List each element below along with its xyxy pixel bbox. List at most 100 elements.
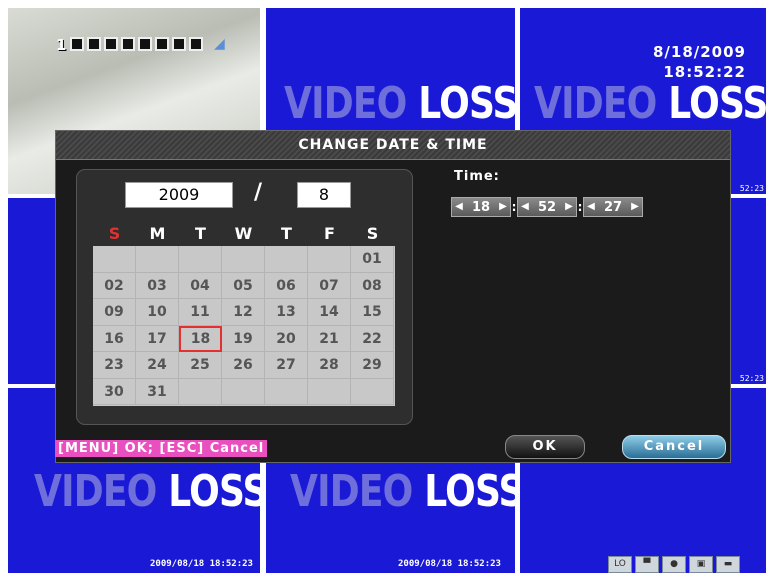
camera-number: 1 <box>56 36 67 54</box>
weekday-label: F <box>324 224 335 243</box>
channel-indicator <box>155 37 169 51</box>
video-loss-text: VIDEO LOSS <box>290 466 515 517</box>
second-spinner[interactable]: ◀ 27 ▶ <box>583 197 643 217</box>
change-date-time-dialog: CHANGE DATE & TIME 2009 / 8 SMTWTFS 01 02… <box>55 130 731 463</box>
increment-icon[interactable]: ▶ <box>496 198 510 216</box>
ok-button[interactable]: OK <box>505 435 585 459</box>
menu-icon[interactable]: ▬ <box>716 556 740 573</box>
increment-icon[interactable]: ▶ <box>628 198 642 216</box>
calendar-empty-cell <box>222 246 265 273</box>
channel-indicators <box>70 37 203 51</box>
decrement-icon[interactable]: ◀ <box>584 198 598 216</box>
tile-timestamp: 2009/08/18 18:52:23 <box>150 559 253 569</box>
calendar-day[interactable]: 24 <box>136 352 179 379</box>
time-label: Time: <box>454 169 500 184</box>
decrement-icon[interactable]: ◀ <box>518 198 532 216</box>
weekday-label: T <box>195 224 206 243</box>
calendar-day[interactable]: 21 <box>308 325 351 352</box>
calendar-empty-cell <box>179 378 222 405</box>
second-value: 27 <box>603 199 623 215</box>
time-spinners: ◀ 18 ▶ : ◀ 52 ▶ : ◀ 27 ▶ <box>451 197 643 217</box>
calendar-day[interactable]: 28 <box>308 352 351 379</box>
video-loss-word: VIDEO <box>284 78 407 129</box>
calendar-empty-cell <box>351 378 394 405</box>
calendar-day[interactable]: 17 <box>136 325 179 352</box>
calendar-empty-cell <box>179 246 222 273</box>
weekday-label: S <box>366 224 379 243</box>
network-icon: ◢ <box>214 36 225 52</box>
calendar-day[interactable]: 05 <box>222 272 265 299</box>
video-loss-word: LOSS <box>168 466 260 517</box>
cancel-button[interactable]: Cancel <box>622 435 726 459</box>
video-loss-word: VIDEO <box>290 466 413 517</box>
video-loss-word: VIDEO <box>34 466 157 517</box>
calendar-day[interactable]: 18 <box>179 325 222 352</box>
calendar-empty-cell <box>308 378 351 405</box>
video-loss-text: VIDEO LOSS <box>34 466 260 517</box>
calendar-day[interactable]: 14 <box>308 299 351 326</box>
dialog-title: CHANGE DATE & TIME <box>56 131 730 160</box>
decrement-icon[interactable]: ◀ <box>452 198 466 216</box>
channel-indicator <box>104 37 118 51</box>
clock-date: 8/18/2009 <box>652 43 746 61</box>
calendar-day[interactable]: 15 <box>351 299 394 326</box>
video-loss-text: VIDEO LOSS <box>534 78 766 129</box>
hour-value: 18 <box>471 199 491 215</box>
month-field[interactable]: 8 <box>297 182 351 208</box>
hour-spinner[interactable]: ◀ 18 ▶ <box>451 197 511 217</box>
calendar-day[interactable]: 29 <box>351 352 394 379</box>
calendar-day[interactable]: 10 <box>136 299 179 326</box>
minute-spinner[interactable]: ◀ 52 ▶ <box>517 197 577 217</box>
year-field[interactable]: 2009 <box>125 182 233 208</box>
increment-icon[interactable]: ▶ <box>562 198 576 216</box>
tile-time-fragment: 52:23 <box>739 374 764 383</box>
camera-icon[interactable]: ▣ <box>689 556 713 573</box>
calendar-day[interactable]: 04 <box>179 272 222 299</box>
calendar-day[interactable]: 27 <box>265 352 308 379</box>
calendar-day[interactable]: 02 <box>93 272 136 299</box>
calendar-empty-cell <box>265 378 308 405</box>
calendar-day[interactable]: 25 <box>179 352 222 379</box>
calendar-day[interactable]: 30 <box>93 378 136 405</box>
calendar-day[interactable]: 22 <box>351 325 394 352</box>
weekday-label: M <box>149 224 166 243</box>
bottom-toolbar: LO ▀ ● ▣ ▬ <box>608 556 740 573</box>
calendar-empty-cell <box>222 378 265 405</box>
calendar-day[interactable]: 26 <box>222 352 265 379</box>
tile-time-fragment: 52:23 <box>739 184 764 193</box>
video-loss-word: LOSS <box>424 466 515 517</box>
calendar-day[interactable]: 03 <box>136 272 179 299</box>
channel-indicator <box>172 37 186 51</box>
calendar-day[interactable]: 16 <box>93 325 136 352</box>
calendar-day[interactable]: 23 <box>93 352 136 379</box>
layout-icon[interactable]: ▀ <box>635 556 659 573</box>
calendar-day[interactable]: 19 <box>222 325 265 352</box>
calendar-empty-cell <box>93 246 136 273</box>
calendar-day[interactable]: 12 <box>222 299 265 326</box>
weekday-header: SMTWTFS <box>93 224 395 243</box>
calendar-day[interactable]: 13 <box>265 299 308 326</box>
calendar-day[interactable]: 09 <box>93 299 136 326</box>
logout-icon[interactable]: LO <box>608 556 632 573</box>
calendar-day[interactable]: 01 <box>351 246 394 273</box>
channel-indicator <box>138 37 152 51</box>
channel-indicator <box>87 37 101 51</box>
record-icon[interactable]: ● <box>662 556 686 573</box>
calendar-day[interactable]: 06 <box>265 272 308 299</box>
system-clock: 8/18/2009 18:52:22 <box>653 42 746 82</box>
calendar-day[interactable]: 07 <box>308 272 351 299</box>
video-loss-text: VIDEO LOSS <box>284 78 515 129</box>
calendar-day[interactable]: 11 <box>179 299 222 326</box>
video-loss-word: VIDEO <box>534 78 657 129</box>
calendar-day[interactable]: 08 <box>351 272 394 299</box>
calendar-day[interactable]: 20 <box>265 325 308 352</box>
channel-indicator <box>189 37 203 51</box>
weekday-sunday: S <box>108 224 121 243</box>
calendar-empty-cell <box>265 246 308 273</box>
calendar-panel: 2009 / 8 SMTWTFS 01 02 03 04 05 06 07 08 09 10 11 1… <box>76 169 413 425</box>
calendar-grid: 01 02 03 04 05 06 07 08 09 10 11 12 13 14 15 16 17 18 19 20… <box>93 246 395 406</box>
video-loss-word: LOSS <box>418 78 515 129</box>
calendar-day[interactable]: 31 <box>136 378 179 405</box>
channel-indicator <box>121 37 135 51</box>
video-loss-word: LOSS <box>668 78 766 129</box>
